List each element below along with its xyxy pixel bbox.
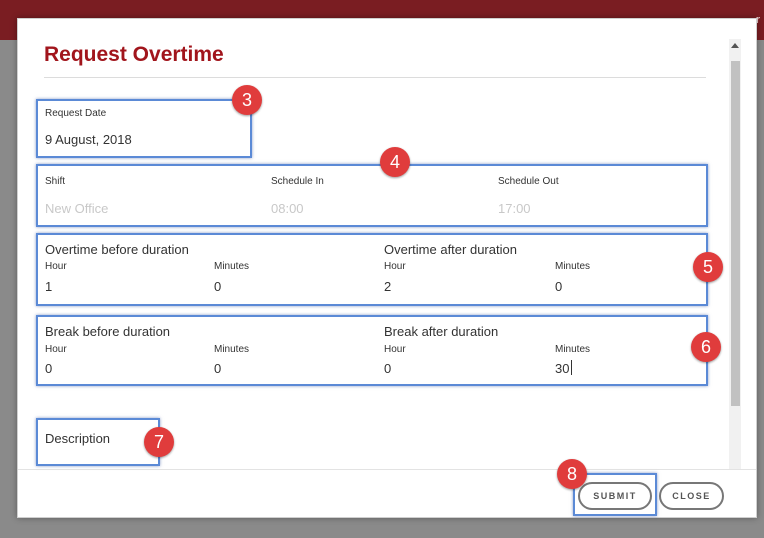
- highlight-box-7: [36, 418, 160, 466]
- highlight-box-3: [36, 99, 252, 158]
- highlight-box-5: [36, 233, 708, 306]
- modal-title: Request Overtime: [44, 43, 224, 66]
- annotation-badge-5: 5: [693, 252, 723, 282]
- scroll-up-icon[interactable]: [731, 43, 739, 48]
- highlight-box-4: [36, 164, 708, 227]
- title-divider: [44, 77, 706, 78]
- annotation-badge-7: 7: [144, 427, 174, 457]
- annotation-badge-8: 8: [557, 459, 587, 489]
- highlight-box-6: [36, 315, 708, 386]
- annotation-badge-6: 6: [691, 332, 721, 362]
- annotation-badge-4: 4: [380, 147, 410, 177]
- close-button[interactable]: CLOSE: [659, 482, 724, 510]
- modal-scrollbar[interactable]: [729, 39, 741, 482]
- scrollbar-thumb[interactable]: [731, 61, 740, 406]
- annotation-badge-3: 3: [232, 85, 262, 115]
